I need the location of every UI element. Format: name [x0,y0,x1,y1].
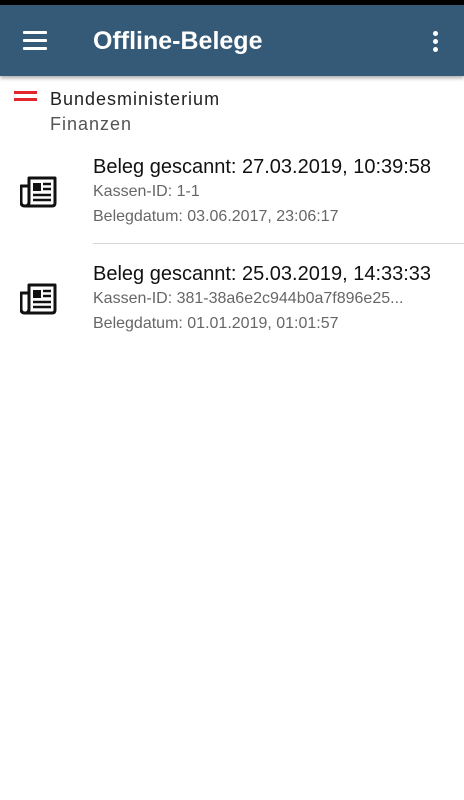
receipt-date: Belegdatum: 01.01.2019, 01:01:57 [93,315,339,332]
receipt-cash-id: Kassen-ID: 1-1 [93,183,200,200]
receipt-list-item[interactable]: Beleg gescannt: 25.03.2019, 14:33:33 Kas… [0,262,464,358]
menu-button[interactable] [18,25,52,55]
brand-line-1: Bundesministerium [50,89,221,109]
receipt-cash-id: Kassen-ID: 381-38a6e2c944b0a7f896e25... [93,290,404,307]
brand-line-2: Finanzen [50,114,133,134]
receipt-newspaper-icon [20,283,57,315]
austrian-flag-icon [14,91,37,104]
overflow-menu-button[interactable] [420,23,450,59]
hamburger-menu-icon [23,28,47,52]
receipt-list-item[interactable]: Beleg gescannt: 27.03.2019, 10:39:58 Kas… [0,155,464,251]
page-title: Offline-Belege [93,27,263,55]
app-bar: Offline-Belege [0,5,464,76]
more-vertical-icon [432,29,438,53]
receipt-newspaper-icon [20,176,57,208]
receipt-scan-date: Beleg gescannt: 27.03.2019, 10:39:58 [93,156,432,178]
receipt-date: Belegdatum: 03.06.2017, 23:06:17 [93,208,339,225]
receipt-scan-date: Beleg gescannt: 25.03.2019, 14:33:33 [93,263,432,285]
list-divider [93,243,464,244]
